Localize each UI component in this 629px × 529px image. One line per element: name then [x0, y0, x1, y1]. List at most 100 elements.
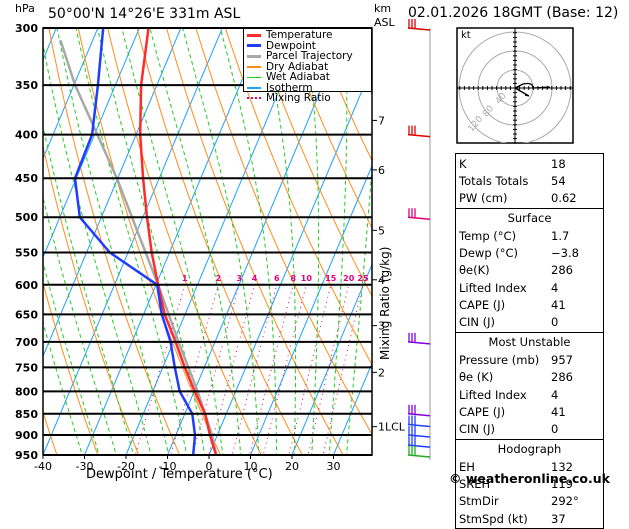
- table-row: StmDir292°: [459, 493, 600, 510]
- table-row: CAPE (J)41: [459, 403, 600, 420]
- legend-label: Temperature: [266, 30, 333, 41]
- section-title: Hodograph: [459, 441, 600, 458]
- legend-swatch: [247, 87, 261, 89]
- row-label: Temp (°C): [459, 229, 551, 243]
- table-row: CIN (J)0: [459, 314, 600, 331]
- pressure-tick-label: 650: [15, 308, 38, 321]
- mixing-ratio-label: 6: [274, 274, 280, 283]
- row-label: Totals Totals: [459, 174, 551, 188]
- pressure-tick-label: 550: [15, 247, 38, 260]
- table-row: PW (cm)0.62: [459, 190, 600, 207]
- row-label: Lifted Index: [459, 388, 551, 402]
- table-row: Dewp (°C)−3.8: [459, 244, 600, 261]
- dry-adiabat-line: [623, 0, 629, 486]
- datetime-title: 02.01.2026 18GMT (Base: 12): [408, 5, 618, 21]
- row-value: 41: [551, 298, 566, 312]
- row-value: 1.7: [551, 229, 569, 243]
- hodograph-unit-label: kt: [461, 30, 471, 41]
- row-value: 41: [551, 405, 566, 419]
- wind-barb: [408, 446, 430, 457]
- legend-swatch: [247, 55, 261, 58]
- row-label: PW (cm): [459, 191, 551, 205]
- row-value: 292°: [551, 494, 579, 508]
- temperature-tick-label: -40: [34, 460, 52, 473]
- row-label: Pressure (mb): [459, 353, 551, 367]
- row-value: 0: [551, 315, 558, 329]
- table-row: Lifted Index4: [459, 279, 600, 296]
- mixing-ratio-label: 1: [182, 274, 188, 283]
- wind-barb-staff: [408, 217, 430, 219]
- wind-barb-staff: [408, 342, 430, 344]
- table-row: Totals Totals54: [459, 172, 600, 189]
- legend-swatch: [247, 97, 261, 99]
- section-title: Surface: [459, 210, 600, 227]
- legend-label: Parcel Trajectory: [266, 51, 353, 62]
- row-label: CAPE (J): [459, 298, 551, 312]
- mixing-ratio-label: 8: [290, 274, 296, 283]
- pressure-tick-label: 700: [15, 336, 38, 349]
- wind-barb: [408, 208, 430, 219]
- km-label: km: [374, 2, 391, 15]
- legend-label: Mixing Ratio: [266, 93, 331, 104]
- table-row: θe (K)286: [459, 369, 600, 386]
- x-axis-label: Dewpoint / Temperature (°C): [86, 467, 273, 482]
- wind-barb: [408, 426, 430, 437]
- wind-barb: [408, 333, 430, 344]
- pressure-tick-label: 850: [15, 408, 38, 421]
- row-label: Dewp (°C): [459, 246, 551, 260]
- km-tick-label: 6: [378, 164, 385, 177]
- row-value: 286: [551, 263, 573, 277]
- pressure-tick-label: 500: [15, 211, 38, 224]
- row-label: θe(K): [459, 263, 551, 277]
- row-label: StmDir: [459, 494, 551, 508]
- wind-barb-staff: [408, 414, 430, 416]
- table-row: Lifted Index4: [459, 386, 600, 403]
- mixing-ratio-label: 3: [236, 274, 242, 283]
- legend-item: Wet Adiabat: [244, 72, 371, 83]
- table-section: K18Totals Totals54PW (cm)0.62: [456, 154, 603, 209]
- legend-swatch: [247, 77, 261, 79]
- row-label: CAPE (J): [459, 405, 551, 419]
- wind-barb: [408, 405, 430, 416]
- row-value: 54: [551, 174, 566, 188]
- temperature-tick-label: 20: [285, 460, 299, 473]
- km-tick-label: 1LCL: [378, 421, 406, 434]
- mixing-ratio-label: 15: [325, 274, 337, 283]
- legend-item: Temperature: [244, 30, 371, 41]
- row-value: 286: [551, 370, 573, 384]
- row-value: 18: [551, 157, 566, 171]
- mixing-ratio-label: 4: [252, 274, 258, 283]
- legend-swatch: [247, 66, 261, 68]
- wind-barb: [408, 436, 430, 447]
- wind-barb: [408, 416, 430, 427]
- asl-label: ASL: [374, 16, 395, 29]
- km-tick-label: 7: [378, 114, 385, 127]
- row-value: 0.62: [551, 191, 577, 205]
- row-label: CIN (J): [459, 315, 551, 329]
- hpa-label: hPa: [15, 2, 35, 15]
- pressure-tick-label: 400: [15, 129, 38, 142]
- km-tick-label: 2: [378, 366, 385, 379]
- pressure-tick-label: 900: [15, 429, 38, 442]
- row-label: CIN (J): [459, 422, 551, 436]
- pressure-tick-label: 450: [15, 172, 38, 185]
- mixing-ratio-label: 20: [343, 274, 355, 283]
- hodograph-ring-label: 80: [481, 104, 496, 119]
- row-label: θe (K): [459, 370, 551, 384]
- wind-barb-staff: [408, 445, 430, 447]
- table-row: K18: [459, 155, 600, 172]
- mixing-ratio-label: 10: [301, 274, 313, 283]
- wind-barb: [408, 126, 430, 137]
- table-section: SurfaceTemp (°C)1.7Dewp (°C)−3.8θe(K)286…: [456, 209, 603, 333]
- mixing-ratio-label: 25: [357, 274, 369, 283]
- temperature-tick-label: 30: [327, 460, 341, 473]
- table-section: Most UnstablePressure (mb)957θe (K)286Li…: [456, 333, 603, 440]
- pressure-tick-label: 350: [15, 79, 38, 92]
- wind-barb-staff: [408, 425, 430, 427]
- legend-swatch: [247, 34, 261, 37]
- table-row: Temp (°C)1.7: [459, 227, 600, 244]
- row-value: 957: [551, 353, 573, 367]
- wind-barb-staff: [408, 28, 430, 30]
- isotherm-line: [0, 0, 2, 486]
- mixing-ratio-label: 2: [216, 274, 222, 283]
